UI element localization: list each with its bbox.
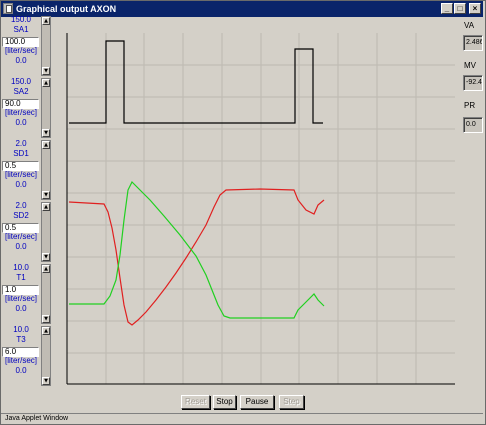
status-bar: Java Applet Window [1,413,483,423]
readout-label-va: VA [464,21,475,30]
readout-label-mv: MV [464,61,476,70]
stop-button[interactable]: Stop [213,395,236,409]
green-trace [69,180,325,319]
signal-plot [66,33,455,385]
step-button[interactable]: Step [279,395,304,409]
readout-label-pr: PR [464,101,476,110]
pause-button[interactable]: Pause [240,395,274,409]
pulse-trace [69,40,323,124]
readout-value-mv: -92.4 [463,75,483,91]
readout-value-va: 2.486 [463,35,483,51]
reset-button[interactable]: Reset [181,395,210,409]
readout-value-pr: 0.0 [463,117,483,133]
